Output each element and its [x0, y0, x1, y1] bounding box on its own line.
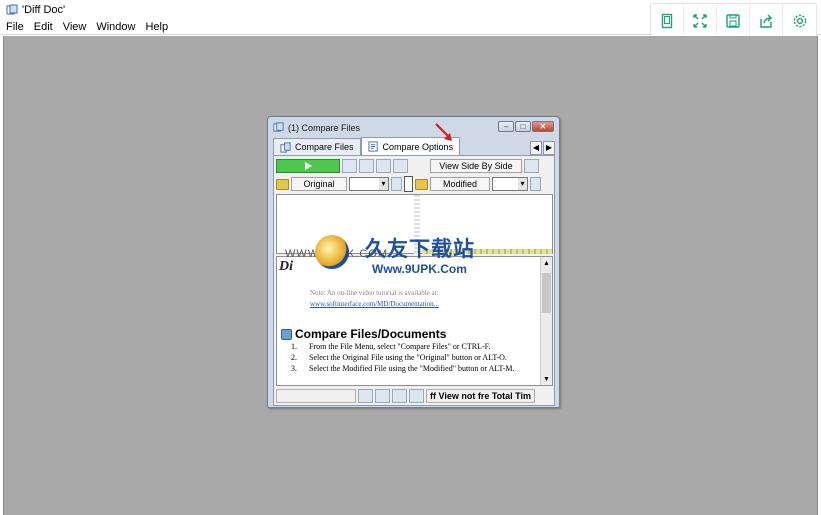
- tab-scroll: ◀ ▶: [530, 141, 555, 155]
- tab-strip: Compare Files Compare Options ◀ ▶: [273, 137, 555, 155]
- save-icon: [726, 14, 740, 28]
- fullscreen-button[interactable]: [684, 4, 717, 38]
- close-button[interactable]: ✕: [532, 121, 554, 132]
- tab-label: Compare Files: [295, 142, 354, 152]
- pane-splitter-handle[interactable]: [404, 176, 413, 192]
- watermark: WWW.9UPK.COM 久友下载站 Www.9UPK.Com: [277, 231, 553, 277]
- grid-button[interactable]: [393, 159, 408, 173]
- window-icon: [273, 122, 284, 132]
- compare-panel: View Side By Side Original Modified Di N…: [273, 155, 555, 406]
- compare-files-icon: [280, 141, 291, 153]
- modified-options-button[interactable]: [530, 177, 541, 191]
- portrait-icon: [661, 13, 673, 29]
- child-title: (1) Compare Files: [288, 122, 361, 133]
- modified-file-combo[interactable]: [492, 177, 528, 191]
- compare-files-icon: [281, 328, 292, 340]
- compare-go-button[interactable]: [276, 159, 340, 173]
- find-button[interactable]: [376, 159, 391, 173]
- more-button[interactable]: [524, 159, 539, 173]
- app-icon: [6, 4, 18, 16]
- original-button[interactable]: Original: [291, 177, 347, 191]
- share-button[interactable]: [750, 4, 783, 38]
- list-button[interactable]: [359, 159, 374, 173]
- play-icon: [304, 162, 312, 170]
- menu-window[interactable]: Window: [96, 21, 135, 33]
- watermark-text: 久友下载站: [365, 237, 475, 261]
- minimize-button[interactable]: –: [498, 121, 514, 132]
- menu-help[interactable]: Help: [145, 21, 168, 33]
- maximize-button[interactable]: □: [515, 121, 531, 132]
- original-options-button[interactable]: [391, 177, 402, 191]
- scroll-down-arrow[interactable]: ▼: [541, 373, 552, 385]
- compare-options-icon: [367, 141, 378, 152]
- status-blank: [276, 389, 356, 403]
- settings-icon: [793, 14, 806, 28]
- portrait-button[interactable]: [651, 4, 684, 38]
- modified-button[interactable]: Modified: [430, 177, 490, 191]
- scroll-thumb[interactable]: [542, 273, 551, 313]
- red-arrow-annotation: [435, 123, 452, 141]
- status-bar: ff View not fre Total Tim: [276, 388, 553, 404]
- status-doc-icon[interactable]: [358, 389, 373, 403]
- floating-toolbar: [650, 3, 817, 39]
- settings-button[interactable]: [783, 4, 816, 38]
- original-file-combo[interactable]: [349, 177, 389, 191]
- menu-file[interactable]: File: [6, 21, 24, 33]
- fullscreen-icon: [693, 14, 707, 28]
- folder-icon[interactable]: [276, 178, 289, 190]
- tab-compare-files[interactable]: Compare Files: [273, 138, 361, 155]
- menu-view[interactable]: View: [63, 21, 87, 33]
- report-button[interactable]: [342, 159, 357, 173]
- file-selection-row: Original Modified: [276, 176, 552, 192]
- app-title: 'Diff Doc': [22, 3, 66, 16]
- view-side-by-side-button[interactable]: View Side By Side: [430, 159, 522, 173]
- list-item: 2. Select the Original File using the "Or…: [291, 353, 507, 362]
- doc-link[interactable]: www.softinterface.com/MD/Documentation..…: [310, 300, 439, 308]
- list-item: 3. Select the Modified File using the "Mo…: [291, 364, 515, 373]
- status-print-icon[interactable]: [375, 389, 390, 403]
- folder-icon[interactable]: [415, 178, 428, 190]
- share-icon: [760, 14, 772, 28]
- doc-section-title: Compare Files/Documents: [295, 327, 447, 341]
- tab-scroll-left-button[interactable]: ◀: [530, 141, 542, 155]
- save-button[interactable]: [717, 4, 750, 38]
- status-save-icon[interactable]: [392, 389, 407, 403]
- doc-note: Note: An on-line video tutorial is avail…: [310, 289, 439, 297]
- list-item: 1. From the File Menu, select "Compare Fi…: [291, 342, 491, 351]
- status-text: ff View not fre Total Tim: [426, 389, 536, 403]
- watermark-logo: [315, 235, 349, 269]
- watermark-url: Www.9UPK.Com: [372, 262, 467, 276]
- doc-steps: 1. From the File Menu, select "Compare Fi…: [291, 341, 541, 374]
- window-controls: – □ ✕: [498, 121, 554, 132]
- menu-edit[interactable]: Edit: [34, 21, 53, 33]
- compare-toolbar: View Side By Side: [276, 158, 552, 174]
- tab-scroll-right-button[interactable]: ▶: [543, 141, 555, 155]
- doc-section-title-row: Compare Files/Documents: [281, 327, 446, 341]
- status-delete-icon[interactable]: [409, 389, 424, 403]
